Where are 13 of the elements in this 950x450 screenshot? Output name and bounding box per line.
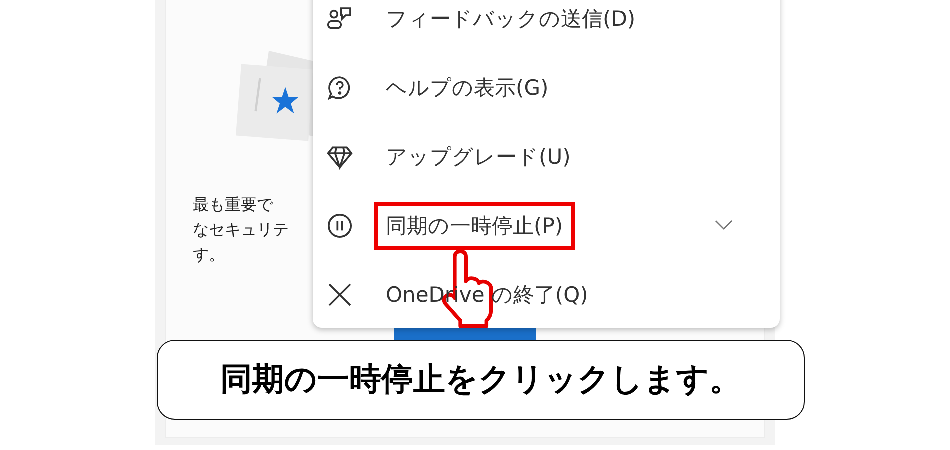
menu-item-label: 同期の一時停止(P) [374, 202, 576, 250]
menu-item-label: ヘルプの表示(G) [386, 74, 549, 102]
menu-item[interactable]: 同期の一時停止(P) [313, 191, 780, 260]
pause-icon [326, 212, 354, 240]
menu-item-label: フィードバックの送信(D) [386, 6, 636, 32]
menu-item[interactable]: アップグレード(U) [313, 122, 780, 191]
chevron-down-icon[interactable] [715, 220, 733, 231]
menu-item[interactable]: ヘルプの表示(G) [313, 53, 780, 122]
menu-item-label: アップグレード(U) [386, 144, 571, 170]
menu-item[interactable]: フィードバックの送信(D) [313, 0, 780, 53]
description-text: 最も重要で なセキュリテ す。 [193, 194, 290, 266]
caption-text: 同期の一時停止をクリックします。 [157, 340, 805, 420]
feedback-icon [326, 4, 354, 32]
